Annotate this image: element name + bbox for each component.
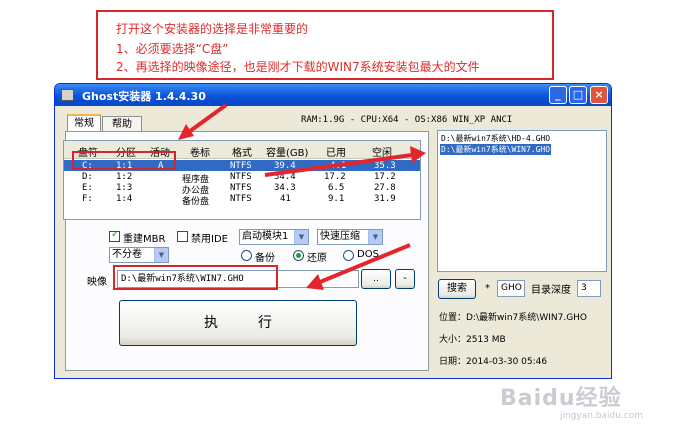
arrow-to-file-list	[264, 153, 413, 177]
arrow-to-c-drive	[184, 103, 228, 136]
baidu-watermark-url: jingyan.baidu.com	[560, 411, 644, 421]
baidu-watermark: Baidu经验	[500, 386, 622, 411]
arrow-head-icon	[410, 146, 426, 163]
arrow-to-image-path	[319, 243, 411, 284]
annotation-arrows	[178, 103, 426, 290]
